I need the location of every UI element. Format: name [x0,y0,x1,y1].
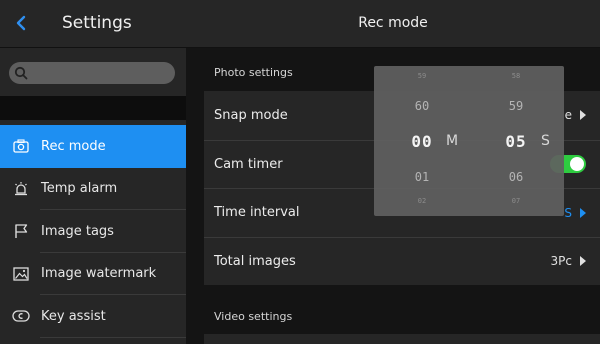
back-button[interactable] [12,11,32,35]
video-settings-card [204,334,600,344]
picker-value: 58 [511,72,521,80]
row-label: Time interval [214,205,300,221]
total-images-row[interactable]: Total images 3Pc [204,236,600,286]
flag-icon [12,222,30,240]
row-label: Cam timer [214,156,283,172]
sidebar-divider [0,96,186,120]
picker-value[interactable]: 01 [382,170,462,184]
key-icon [12,307,30,325]
sidebar-item-temp-alarm[interactable]: Temp alarm [0,168,186,211]
seconds-unit: S [541,133,550,149]
sidebar-item-label: Key assist [41,308,106,324]
toggle-knob [570,157,584,172]
sidebar-item-key-assist[interactable]: Key assist [0,295,186,338]
sidebar-item-image-watermark[interactable]: Image watermark [0,253,186,296]
search-input[interactable] [33,64,169,82]
total-images-value: 3Pc [550,254,572,269]
picker-value: 07 [511,197,521,205]
chevron-right-icon [580,110,586,121]
sidebar-title: Settings [62,13,132,33]
main-header: Rec mode [186,0,600,48]
snap-mode-value: e [564,108,572,123]
sidebar-menu: Rec mode Temp alarm Image tags Image wat… [0,125,186,338]
sidebar: Settings Rec mode Temp alarm Image tags [0,0,186,344]
picker-value[interactable]: 06 [476,170,556,184]
sidebar-item-label: Image watermark [41,266,157,282]
video-settings-label: Video settings [214,310,293,323]
search-icon [14,66,28,80]
image-icon [12,265,30,283]
photo-settings-label: Photo settings [214,66,293,79]
picker-value[interactable]: 59 [476,99,556,113]
chevron-left-icon [16,15,26,31]
sidebar-item-rec-mode[interactable]: Rec mode [0,125,186,168]
sidebar-item-image-tags[interactable]: Image tags [0,210,186,253]
search-bar[interactable] [9,62,175,84]
sidebar-header: Settings [0,0,186,48]
sidebar-item-label: Image tags [41,223,114,239]
page-title: Rec mode [358,15,428,31]
camera-icon [12,137,30,155]
time-interval-value: S [564,205,572,220]
row-label: Total images [214,253,296,269]
picker-value: 02 [417,197,427,205]
picker-value: 59 [417,72,427,80]
row-label: Snap mode [214,107,288,123]
chevron-right-icon [580,256,586,267]
alarm-icon [12,180,30,198]
chevron-right-icon [580,207,586,218]
picker-value[interactable]: 60 [382,99,462,113]
sidebar-item-label: Temp alarm [41,181,118,197]
sidebar-item-label: Rec mode [41,138,106,154]
time-picker[interactable]: 59 60 00 01 02 M 58 59 05 06 07 S [374,66,564,216]
minutes-unit: M [446,133,459,149]
